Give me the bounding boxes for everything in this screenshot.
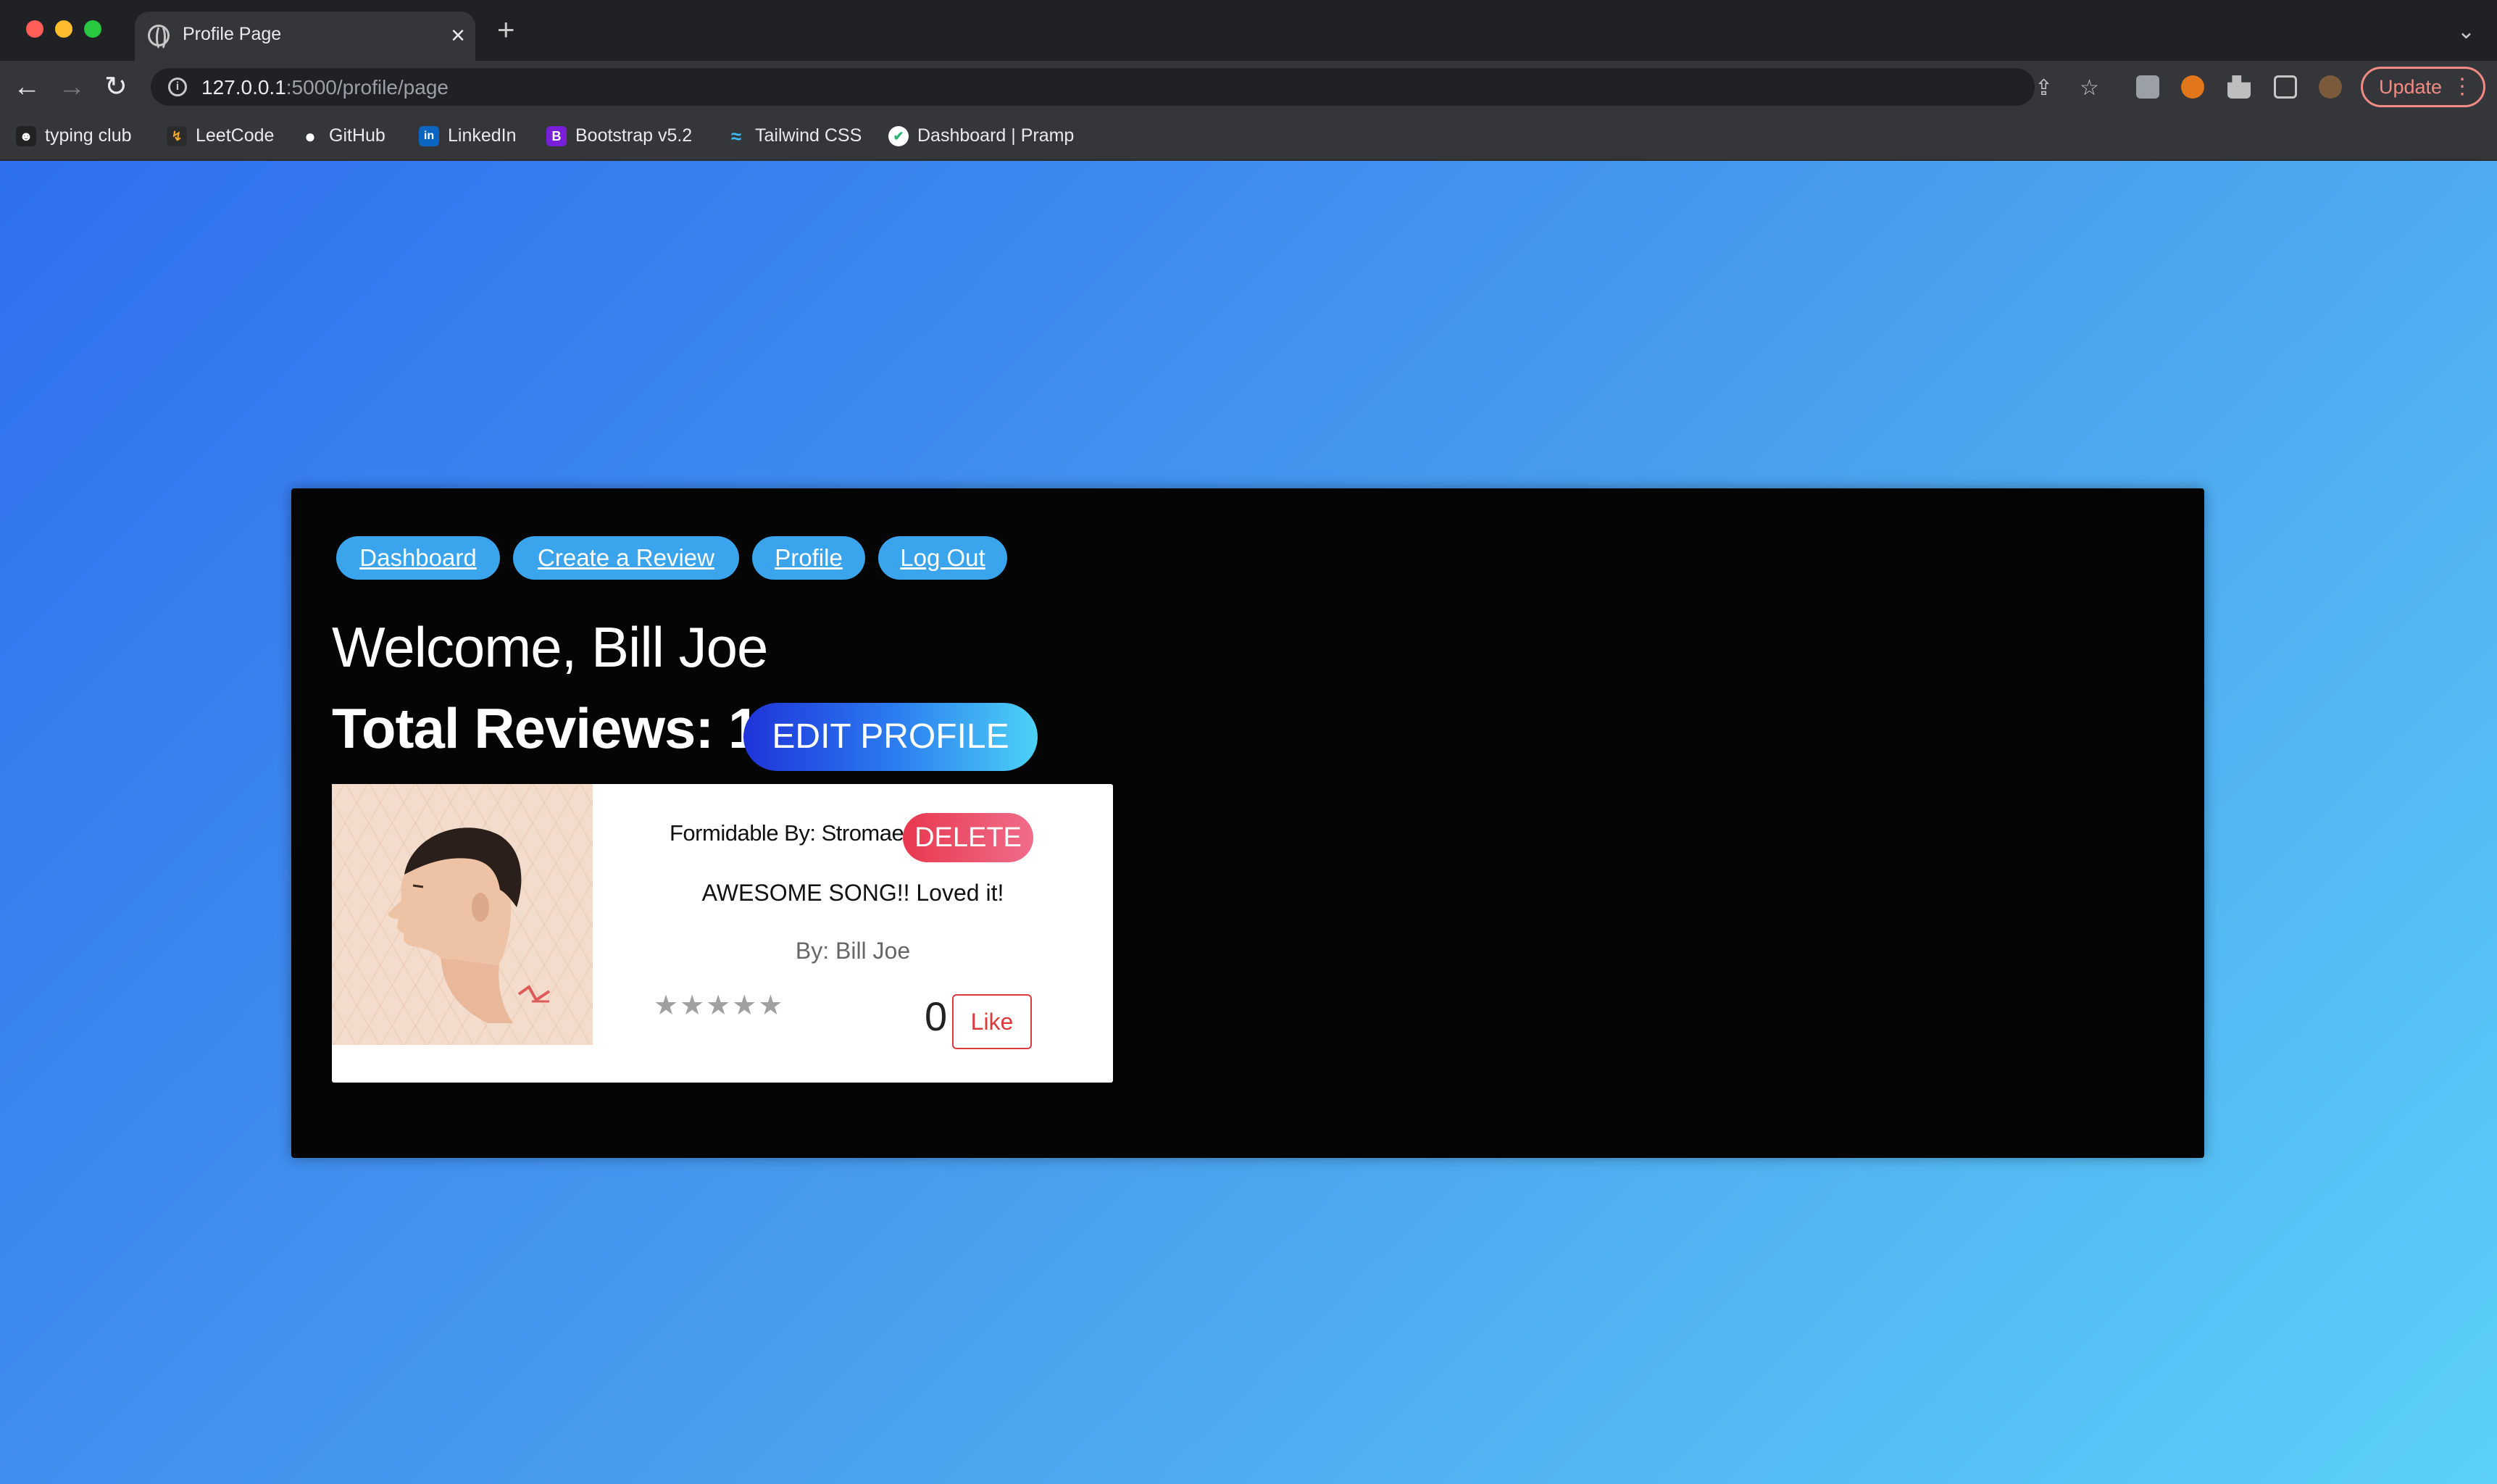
update-label: Update bbox=[2379, 76, 2443, 98]
like-count: 0 bbox=[925, 993, 948, 1039]
minimize-window-button[interactable] bbox=[55, 20, 72, 38]
delete-review-button[interactable]: DELETE bbox=[903, 813, 1033, 862]
metamask-icon[interactable] bbox=[2181, 75, 2204, 99]
total-reviews-heading: Total Reviews: 1 bbox=[332, 696, 759, 760]
tailwind-icon: ≈ bbox=[730, 125, 742, 148]
review-body: AWESOME SONG!! Loved it! bbox=[332, 880, 1113, 906]
site-info-icon[interactable]: i bbox=[168, 78, 187, 96]
nav-profile-link[interactable]: Profile bbox=[752, 536, 865, 580]
review-author: By: Bill Joe bbox=[795, 938, 911, 964]
bookmark-typing-club[interactable]: ☻ typing club bbox=[16, 125, 132, 147]
github-icon: ● bbox=[304, 125, 316, 148]
bookmark-label: LeetCode bbox=[196, 125, 275, 146]
bookmark-tailwind[interactable]: ≈ Tailwind CSS bbox=[726, 125, 862, 146]
extension-icon[interactable] bbox=[2136, 75, 2159, 99]
star-icon[interactable]: ★ bbox=[680, 991, 704, 1020]
update-button[interactable]: Update ⋮ bbox=[2361, 67, 2485, 107]
welcome-heading: Welcome, Bill Joe bbox=[332, 615, 768, 679]
nav-dashboard-link[interactable]: Dashboard bbox=[336, 536, 500, 580]
star-icon[interactable]: ★ bbox=[758, 991, 783, 1020]
maximize-window-button[interactable] bbox=[84, 20, 101, 38]
pramp-icon: ✔ bbox=[888, 126, 909, 147]
tab-search-chevron-icon[interactable]: ⌄ bbox=[2457, 19, 2475, 44]
star-icon[interactable]: ★ bbox=[654, 991, 678, 1020]
url-path: :5000/profile/page bbox=[285, 76, 449, 99]
edit-profile-button[interactable]: EDIT PROFILE bbox=[743, 703, 1038, 771]
profile-panel: Dashboard Create a Review Profile Log Ou… bbox=[291, 488, 2204, 1158]
star-rating[interactable]: ★★★★★ bbox=[654, 991, 784, 1020]
browser-titlebar: Profile Page × + ⌄ bbox=[0, 0, 2497, 61]
close-window-button[interactable] bbox=[26, 20, 43, 38]
star-icon[interactable]: ★ bbox=[732, 991, 756, 1020]
forward-arrow-icon[interactable]: → bbox=[58, 70, 86, 104]
star-icon[interactable]: ★ bbox=[706, 991, 730, 1020]
url-host: 127.0.0.1 bbox=[201, 76, 286, 99]
review-card: Formidable By: Stromae DELETE AWESOME SO… bbox=[332, 784, 1113, 1083]
nav-logout-link[interactable]: Log Out bbox=[878, 536, 1007, 580]
linkedin-icon: in bbox=[419, 126, 439, 147]
browser-tab-profile-page[interactable]: Profile Page × bbox=[135, 12, 475, 61]
review-text: AWESOME SONG!! Loved it! bbox=[701, 880, 1004, 906]
new-tab-plus-icon[interactable]: + bbox=[497, 14, 515, 45]
bookmark-label: typing club bbox=[45, 125, 132, 146]
tab-title: Profile Page bbox=[183, 24, 282, 44]
bootstrap-icon: B bbox=[546, 126, 567, 147]
bookmark-label: GitHub bbox=[329, 125, 385, 146]
side-panel-icon[interactable] bbox=[2274, 75, 2297, 99]
typingclub-icon: ☻ bbox=[16, 126, 36, 147]
leetcode-icon: ↯ bbox=[167, 126, 187, 147]
bookmark-label: Dashboard | Pramp bbox=[917, 125, 1075, 146]
nav-create-review-link[interactable]: Create a Review bbox=[513, 536, 739, 580]
bookmark-linkedin[interactable]: in LinkedIn bbox=[419, 125, 517, 147]
tab-close-icon[interactable]: × bbox=[451, 19, 465, 52]
reload-icon[interactable]: ↻ bbox=[104, 70, 128, 104]
page-viewport: Dashboard Create a Review Profile Log Ou… bbox=[0, 161, 2497, 1484]
globe-icon bbox=[148, 25, 170, 51]
address-bar[interactable]: i 127.0.0.1:5000/profile/page ⇪ ☆ bbox=[151, 68, 2099, 106]
bookmark-label: LinkedIn bbox=[448, 125, 517, 146]
bookmark-bootstrap[interactable]: B Bootstrap v5.2 bbox=[546, 125, 693, 147]
bookmark-pramp[interactable]: ✔ Dashboard | Pramp bbox=[888, 125, 1075, 147]
more-menu-icon[interactable]: ⋮ bbox=[2451, 69, 2473, 105]
browser-toolbar: ← → ↻ i 127.0.0.1:5000/profile/page ⇪ ☆ … bbox=[0, 61, 2497, 113]
bookmark-leetcode[interactable]: ↯ LeetCode bbox=[167, 125, 275, 147]
album-portrait-illustration bbox=[388, 828, 551, 1023]
bookmarks-bar: ☻ typing club ↯ LeetCode ● GitHub in LinkedI… bbox=[0, 113, 2497, 161]
bookmark-github[interactable]: ● GitHub bbox=[300, 125, 385, 146]
share-icon[interactable]: ⇪ bbox=[2035, 75, 2053, 101]
album-cover-image bbox=[332, 784, 593, 1045]
back-arrow-icon[interactable]: ← bbox=[13, 70, 41, 104]
bookmark-label: Bootstrap v5.2 bbox=[575, 125, 693, 146]
bookmark-star-icon[interactable]: ☆ bbox=[2080, 75, 2099, 101]
puzzle-extensions-icon[interactable] bbox=[2227, 75, 2251, 99]
like-button[interactable]: Like bbox=[952, 994, 1032, 1049]
profile-avatar[interactable] bbox=[2319, 75, 2342, 99]
bookmark-label: Tailwind CSS bbox=[755, 125, 862, 146]
url-text[interactable]: 127.0.0.1:5000/profile/page bbox=[201, 76, 449, 99]
song-title: Formidable By: Stromae bbox=[670, 820, 904, 846]
